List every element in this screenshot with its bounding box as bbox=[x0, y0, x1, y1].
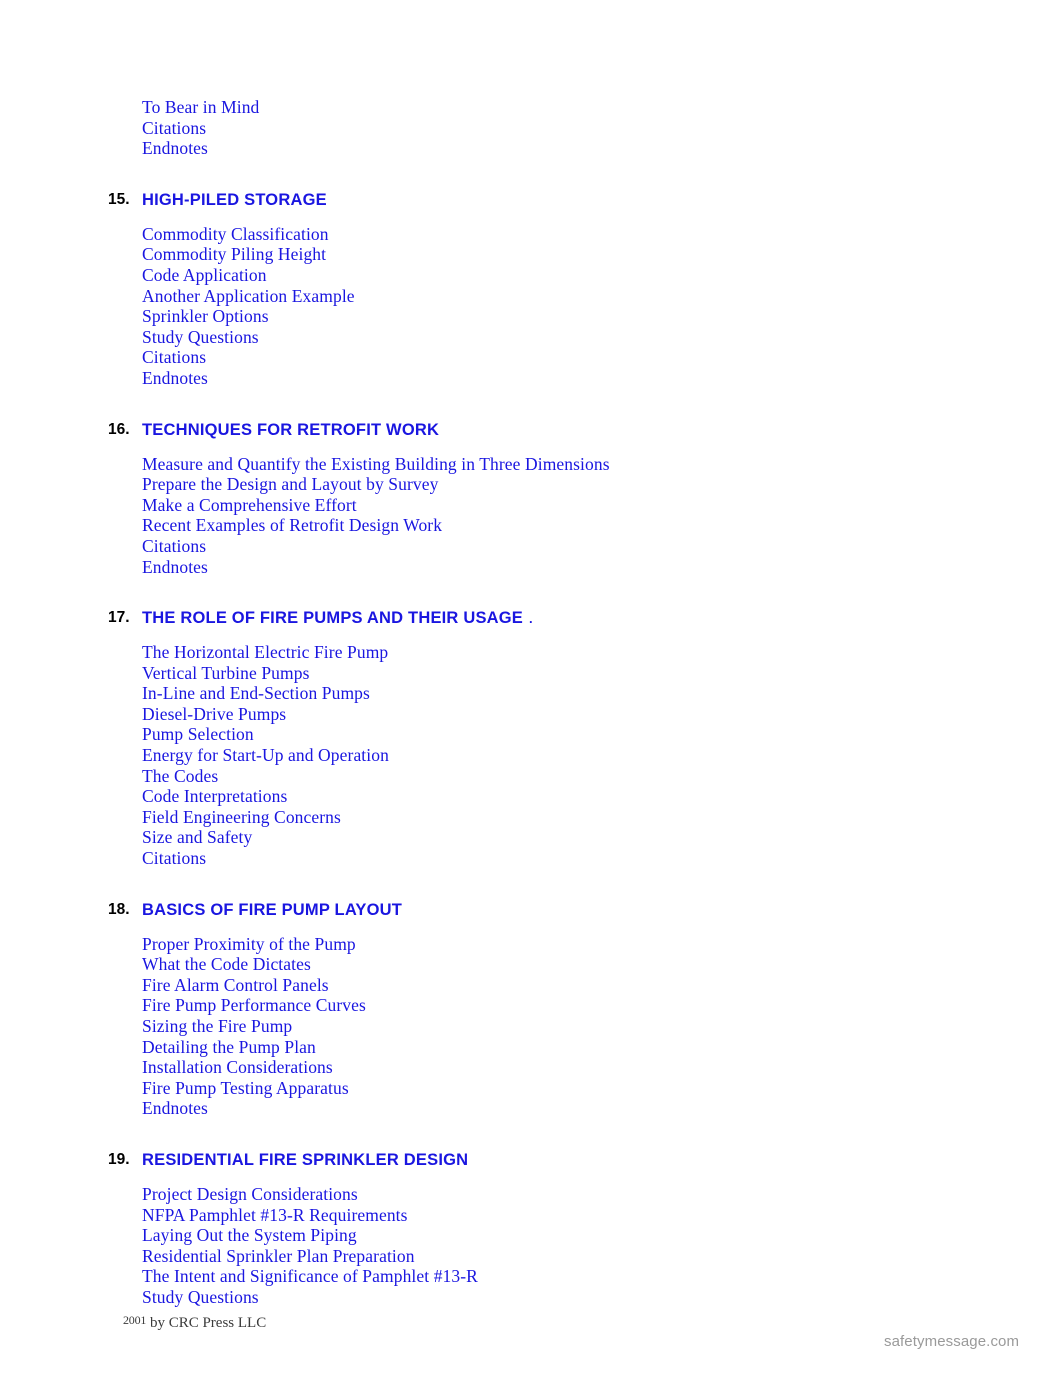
chapter-title-text: RESIDENTIAL FIRE SPRINKLER DESIGN bbox=[142, 1150, 469, 1169]
toc-entry[interactable]: Commodity Classification bbox=[0, 224, 1062, 245]
chapter-title[interactable]: HIGH-PILED STORAGE bbox=[142, 190, 327, 210]
toc-entry[interactable]: Another Application Example bbox=[0, 286, 1062, 307]
toc-entry[interactable]: Endnotes bbox=[0, 138, 1062, 159]
toc-entry[interactable]: NFPA Pamphlet #13-R Requirements bbox=[0, 1205, 1062, 1226]
chapter-heading[interactable]: 17. THE ROLE OF FIRE PUMPS AND THEIR USAG… bbox=[0, 608, 1062, 634]
toc-entry[interactable]: Code Application bbox=[0, 265, 1062, 286]
chapter-number: 16. bbox=[108, 420, 130, 438]
toc-entry[interactable]: Endnotes bbox=[0, 557, 1062, 578]
toc-entry[interactable]: Citations bbox=[0, 848, 1062, 869]
toc-entry[interactable]: Proper Proximity of the Pump bbox=[0, 934, 1062, 955]
copyright-footer: 2001 by CRC Press LLC bbox=[123, 1313, 266, 1332]
toc-entry[interactable]: Size and Safety bbox=[0, 827, 1062, 848]
toc-entry[interactable]: To Bear in Mind bbox=[0, 97, 1062, 118]
toc-entry[interactable]: Project Design Considerations bbox=[0, 1184, 1062, 1205]
toc-entry[interactable]: Vertical Turbine Pumps bbox=[0, 663, 1062, 684]
chapter-number: 15. bbox=[108, 190, 130, 208]
toc-entry[interactable]: What the Code Dictates bbox=[0, 954, 1062, 975]
toc-entry[interactable]: Residential Sprinkler Plan Preparation bbox=[0, 1246, 1062, 1267]
chapter-title-text: BASICS OF FIRE PUMP LAYOUT bbox=[142, 900, 403, 919]
continued-chapter-entries: To Bear in Mind Citations Endnotes bbox=[0, 97, 1062, 159]
toc-entry[interactable]: Study Questions bbox=[0, 1287, 1062, 1308]
chapter-title-text: HIGH-PILED STORAGE bbox=[142, 190, 327, 209]
chapter-heading[interactable]: 19. RESIDENTIAL FIRE SPRINKLER DESIGN bbox=[0, 1150, 1062, 1176]
toc-entry[interactable]: Commodity Piling Height bbox=[0, 244, 1062, 265]
toc-entry[interactable]: Field Engineering Concerns bbox=[0, 807, 1062, 828]
chapter-title[interactable]: BASICS OF FIRE PUMP LAYOUT bbox=[142, 900, 402, 920]
toc-entry[interactable]: Pump Selection bbox=[0, 724, 1062, 745]
toc-entry[interactable]: Citations bbox=[0, 536, 1062, 557]
toc-entry[interactable]: Sizing the Fire Pump bbox=[0, 1016, 1062, 1037]
toc-entry[interactable]: Code Interpretations bbox=[0, 786, 1062, 807]
chapter-entry-list: Commodity Classification Commodity Piling… bbox=[0, 224, 1062, 389]
chapter-title[interactable]: TECHNIQUES FOR RETROFIT WORK bbox=[142, 420, 439, 440]
toc-entry[interactable]: Measure and Quantify the Existing Buildi… bbox=[0, 454, 1062, 475]
chapter-title-text: TECHNIQUES FOR RETROFIT WORK bbox=[142, 420, 440, 439]
chapter-list: 15. HIGH-PILED STORAGE Commodity Classific… bbox=[0, 190, 1062, 1308]
toc-entry[interactable]: Diesel-Drive Pumps bbox=[0, 704, 1062, 725]
toc-entry[interactable]: Study Questions bbox=[0, 327, 1062, 348]
chapter-entry-list: Proper Proximity of the Pump What the Cod… bbox=[0, 934, 1062, 1119]
site-watermark: safetymessage.com bbox=[884, 1333, 1020, 1350]
chapter-number: 19. bbox=[108, 1150, 130, 1168]
chapter-heading[interactable]: 18. BASICS OF FIRE PUMP LAYOUT bbox=[0, 900, 1062, 926]
toc-entry[interactable]: Detailing the Pump Plan bbox=[0, 1037, 1062, 1058]
table-of-contents: To Bear in Mind Citations Endnotes 15. HIGH… bbox=[0, 97, 1062, 1308]
chapter-title-text: THE ROLE OF FIRE PUMPS AND THEIR USAGE bbox=[142, 609, 524, 628]
toc-entry[interactable]: Fire Pump Performance Curves bbox=[0, 995, 1062, 1016]
chapter-number: 17. bbox=[108, 609, 130, 627]
toc-entry[interactable]: Endnotes bbox=[0, 1098, 1062, 1119]
toc-entry[interactable]: Sprinkler Options bbox=[0, 306, 1062, 327]
document-page: To Bear in Mind Citations Endnotes 15. HIGH… bbox=[0, 0, 1062, 1377]
toc-entry[interactable]: The Horizontal Electric Fire Pump bbox=[0, 642, 1062, 663]
toc-entry[interactable]: Make a Comprehensive Effort bbox=[0, 495, 1062, 516]
toc-entry[interactable]: Installation Considerations bbox=[0, 1057, 1062, 1078]
chapter-title[interactable]: THE ROLE OF FIRE PUMPS AND THEIR USAGE. bbox=[142, 608, 533, 629]
chapter-entry-list: Measure and Quantify the Existing Buildi… bbox=[0, 454, 1062, 578]
toc-entry[interactable]: In-Line and End-Section Pumps bbox=[0, 683, 1062, 704]
chapter-section: 19. RESIDENTIAL FIRE SPRINKLER DESIGN Proj… bbox=[0, 1150, 1062, 1308]
chapter-section: 15. HIGH-PILED STORAGE Commodity Classific… bbox=[0, 190, 1062, 389]
toc-entry[interactable]: Recent Examples of Retrofit Design Work bbox=[0, 515, 1062, 536]
chapter-section: 17. THE ROLE OF FIRE PUMPS AND THEIR USAG… bbox=[0, 608, 1062, 869]
copyright-year: 2001 bbox=[123, 1313, 147, 1327]
chapter-section: 18. BASICS OF FIRE PUMP LAYOUT Proper Prox… bbox=[0, 900, 1062, 1119]
toc-entry[interactable]: Prepare the Design and Layout by Survey bbox=[0, 474, 1062, 495]
toc-entry[interactable]: Energy for Start-Up and Operation bbox=[0, 745, 1062, 766]
chapter-section: 16. TECHNIQUES FOR RETROFIT WORK Measure a… bbox=[0, 420, 1062, 578]
chapter-heading[interactable]: 16. TECHNIQUES FOR RETROFIT WORK bbox=[0, 420, 1062, 446]
toc-entry[interactable]: Citations bbox=[0, 347, 1062, 368]
toc-entry[interactable]: Endnotes bbox=[0, 368, 1062, 389]
chapter-title[interactable]: RESIDENTIAL FIRE SPRINKLER DESIGN bbox=[142, 1150, 468, 1170]
chapter-entry-list: The Horizontal Electric Fire Pump Vertica… bbox=[0, 642, 1062, 869]
toc-entry[interactable]: The Codes bbox=[0, 766, 1062, 787]
chapter-title-trailing-mark: . bbox=[529, 611, 533, 627]
toc-entry[interactable]: Fire Alarm Control Panels bbox=[0, 975, 1062, 996]
chapter-heading[interactable]: 15. HIGH-PILED STORAGE bbox=[0, 190, 1062, 216]
copyright-publisher: by CRC Press LLC bbox=[149, 1315, 267, 1331]
toc-entry[interactable]: Fire Pump Testing Apparatus bbox=[0, 1078, 1062, 1099]
toc-entry[interactable]: The Intent and Significance of Pamphlet … bbox=[0, 1266, 1062, 1287]
chapter-entry-list: Project Design Considerations NFPA Pamphl… bbox=[0, 1184, 1062, 1308]
chapter-number: 18. bbox=[108, 900, 130, 918]
toc-entry[interactable]: Citations bbox=[0, 118, 1062, 139]
toc-entry[interactable]: Laying Out the System Piping bbox=[0, 1225, 1062, 1246]
